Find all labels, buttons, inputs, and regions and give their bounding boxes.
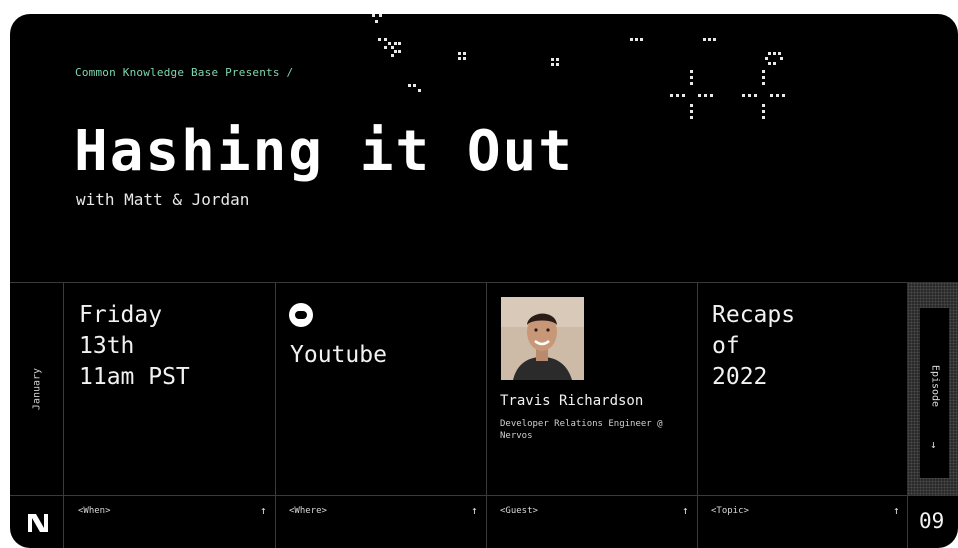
episode-number: 09 — [919, 509, 945, 533]
logo-n-icon — [28, 514, 48, 532]
episode-label: Episode — [929, 364, 940, 408]
presents-text: Common Knowledge Base Presents / — [75, 66, 294, 79]
where-value: Youtube — [290, 342, 387, 368]
grid-divider — [697, 282, 698, 548]
grid-divider — [486, 282, 487, 548]
grid-divider — [63, 282, 64, 548]
when-date: 13th — [79, 333, 135, 359]
arrow-up-icon: ↑ — [682, 504, 689, 517]
arrow-up-icon: ↑ — [471, 504, 478, 517]
grid-divider — [275, 282, 276, 548]
guest-role: Developer Relations Engineer @ Nervos — [500, 419, 663, 441]
arrow-up-icon: ↑ — [893, 504, 900, 517]
youtube-icon — [289, 303, 313, 327]
episode-box: Episode ↓ — [920, 308, 949, 478]
where-label: <Where> — [289, 506, 327, 516]
topic-line: Recaps — [712, 302, 796, 328]
guest-name: Travis Richardson — [500, 393, 644, 409]
arrow-down-icon: ↓ — [930, 438, 937, 451]
episode-card: Common Knowledge Base Presents / Hashing… — [10, 14, 958, 548]
guest-photo — [501, 297, 584, 380]
topic-line: 2022 — [712, 364, 768, 390]
show-title: Hashing it Out — [74, 119, 575, 184]
arrow-up-icon: ↑ — [260, 504, 267, 517]
guest-label: <Guest> — [500, 506, 538, 516]
grid-divider-top — [10, 282, 958, 283]
when-day: Friday — [79, 302, 163, 328]
when-time: 11am PST — [79, 364, 190, 390]
show-subtitle: with Matt & Jordan — [76, 190, 250, 209]
grid-divider-bottom — [10, 495, 958, 496]
topic-label: <Topic> — [711, 506, 749, 516]
topic-line: of — [712, 333, 740, 359]
topic-cell: Recaps of 2022 — [712, 300, 795, 393]
month-label: January — [31, 367, 42, 410]
when-cell: Friday 13th 11am PST — [79, 300, 190, 393]
when-label: <When> — [78, 506, 111, 516]
month-column: January — [10, 282, 63, 495]
